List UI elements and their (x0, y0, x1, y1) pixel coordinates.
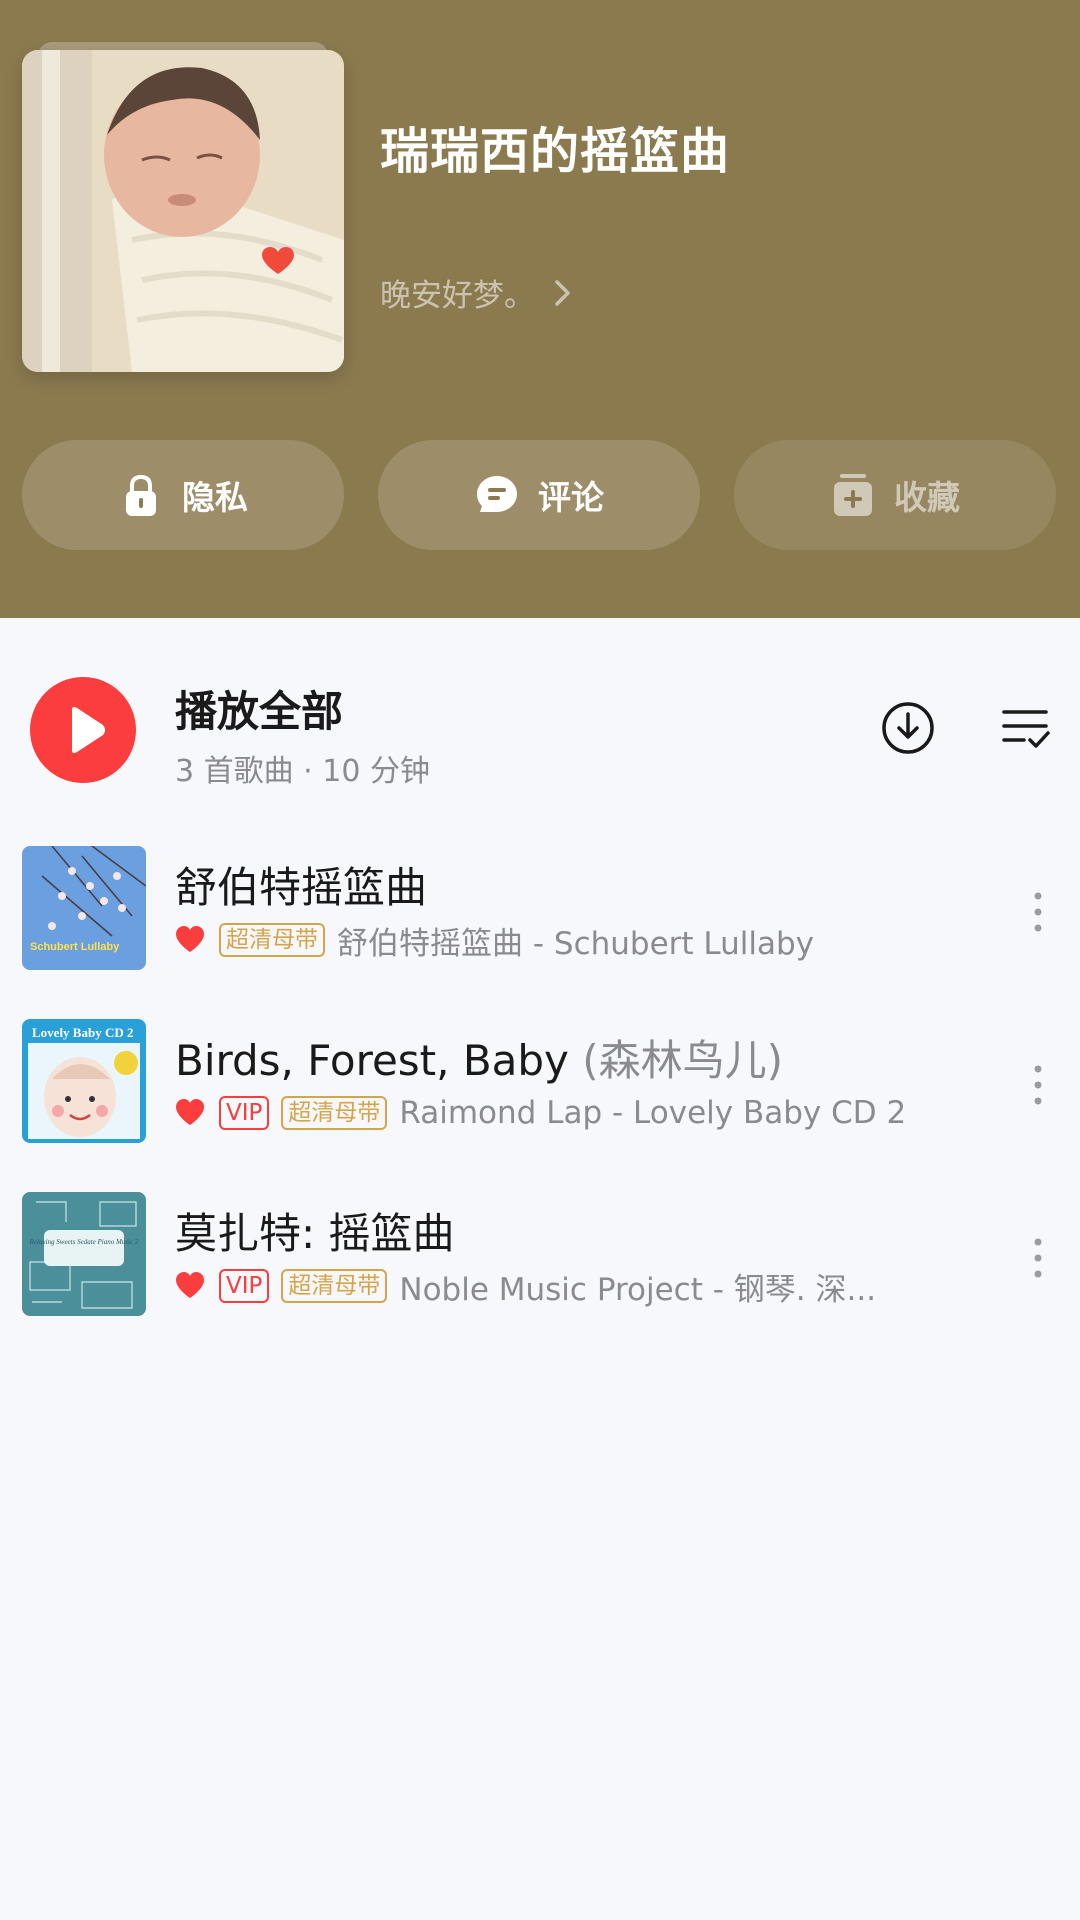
song-meta-text: 舒伯特摇篮曲 - Schubert Lullaby (337, 925, 815, 962)
play-all-row[interactable]: 播放全部 3 首歌曲 · 10 分钟 (0, 660, 1080, 800)
comment-label: 评论 (538, 478, 604, 517)
song-cover-image: Lovely Baby CD 2 (22, 1019, 146, 1143)
vip-badge: VIP (219, 1096, 270, 1130)
song-title-text: 莫扎特: 摇篮曲 (175, 1209, 455, 1258)
chevron-right-icon (555, 279, 570, 306)
song-title-alias: (森林鸟儿) (582, 1036, 784, 1085)
play-all-button[interactable] (30, 677, 136, 783)
play-icon (72, 706, 105, 754)
more-options-icon[interactable] (1030, 1063, 1046, 1107)
hq-badge: 超清母带 (281, 1269, 388, 1303)
hq-badge: 超清母带 (219, 923, 325, 957)
playlist-title: 瑞瑞西的摇篮曲 (380, 123, 731, 180)
hq-badge: 超清母带 (281, 1096, 388, 1130)
song-meta: VIP 超清母带 Raimond Lap - Lovely Baby CD 2 (175, 1093, 906, 1133)
song-row[interactable]: Relaxing Sweets Sedate Piano Music 2 莫扎特… (0, 1192, 1080, 1316)
song-title: 舒伯特摇篮曲 (175, 854, 427, 915)
playlist-description-text: 晚安好梦。 (380, 278, 535, 314)
playlist-header: 瑞瑞西的摇篮曲 晚安好梦。 隐私 评论 收藏 (0, 0, 1080, 618)
vip-badge: VIP (219, 1269, 270, 1303)
privacy-button[interactable]: 隐私 (22, 440, 344, 550)
song-row[interactable]: Lovely Baby CD 2 Birds, Forest, Baby (森林… (0, 1019, 1080, 1143)
cover-text: Schubert Lullaby (30, 941, 120, 953)
song-meta: 超清母带 舒伯特摇篮曲 - Schubert Lullaby (175, 920, 815, 962)
more-options-icon[interactable] (1030, 1236, 1046, 1280)
heart-icon[interactable] (175, 1099, 205, 1127)
cover-text: Lovely Baby CD 2 (32, 1025, 133, 1040)
song-meta-text: Noble Music Project - 钢琴. 深... (399, 1271, 877, 1308)
playlist-description[interactable]: 晚安好梦。 (380, 270, 575, 315)
heart-icon[interactable] (175, 1272, 205, 1300)
playlist-cover-image[interactable] (22, 50, 344, 372)
download-icon[interactable] (880, 700, 936, 756)
comment-button[interactable]: 评论 (378, 440, 700, 550)
song-title: Birds, Forest, Baby (森林鸟儿) (175, 1027, 783, 1088)
song-cover-image: Schubert Lullaby (22, 846, 146, 970)
cover-text: Relaxing Sweets Sedate Piano Music 2 (29, 1238, 139, 1246)
collect-button[interactable]: 收藏 (734, 440, 1056, 550)
privacy-label: 隐私 (182, 478, 248, 517)
song-title: 莫扎特: 摇篮曲 (175, 1200, 455, 1261)
add-collection-icon (834, 474, 872, 516)
lock-icon (126, 474, 156, 516)
play-all-subtitle: 3 首歌曲 · 10 分钟 (175, 754, 430, 789)
song-meta-text: Raimond Lap - Lovely Baby CD 2 (399, 1095, 907, 1131)
song-cover-image: Relaxing Sweets Sedate Piano Music 2 (22, 1192, 146, 1316)
song-title-text: Birds, Forest, Baby (175, 1036, 569, 1085)
song-meta: VIP 超清母带 Noble Music Project - 钢琴. 深... (175, 1266, 877, 1308)
song-title-text: 舒伯特摇篮曲 (175, 863, 428, 912)
more-options-icon[interactable] (1030, 890, 1046, 934)
heart-icon[interactable] (175, 926, 205, 954)
collect-label: 收藏 (894, 478, 960, 517)
comment-icon (477, 476, 517, 512)
song-row[interactable]: Schubert Lullaby 舒伯特摇篮曲 超清母带 舒伯特摇篮曲 - Sc… (0, 846, 1080, 970)
multi-select-icon[interactable] (998, 700, 1054, 756)
play-all-title: 播放全部 (175, 687, 344, 736)
